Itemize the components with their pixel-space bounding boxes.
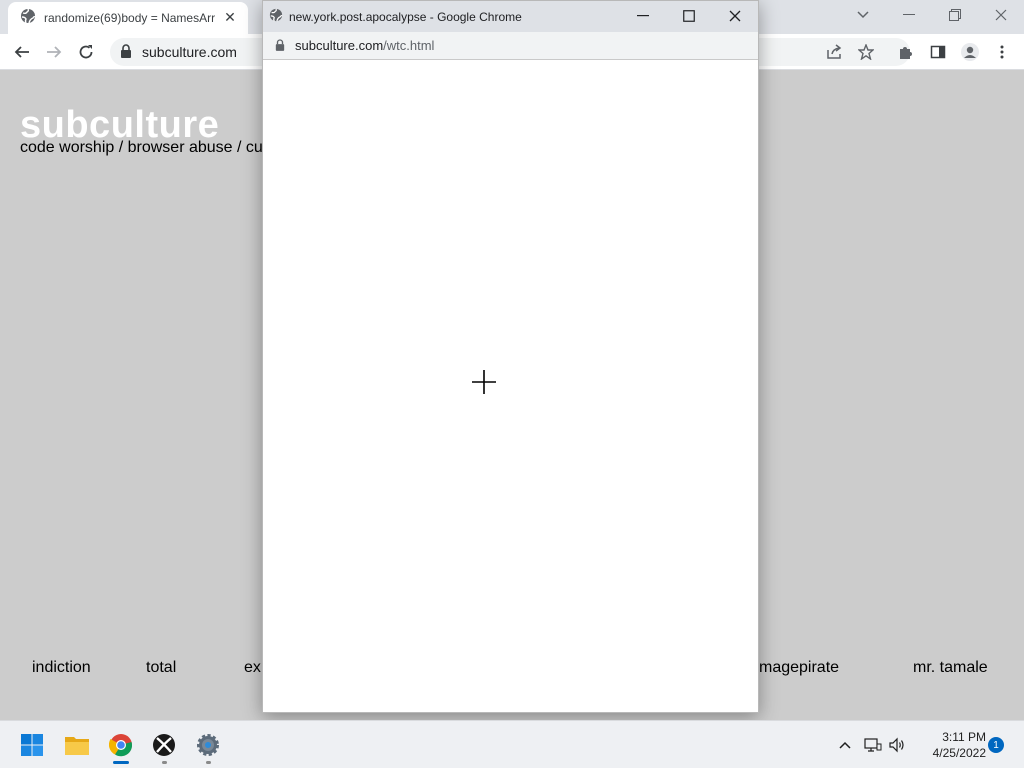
globe-icon <box>269 7 283 26</box>
link-magepirate[interactable]: magepirate <box>759 659 839 677</box>
chrome-active-indicator <box>113 761 129 764</box>
profile-avatar-icon[interactable] <box>956 38 984 66</box>
popup-address-bar[interactable]: subculture.com/wtc.html <box>263 32 758 60</box>
xbox-running-indicator <box>162 761 167 764</box>
menu-kebab-icon[interactable] <box>988 38 1016 66</box>
crosshair-cursor-icon <box>471 369 497 395</box>
popup-title: new.york.post.apocalypse - Google Chrome <box>289 9 522 24</box>
popup-minimize-icon[interactable] <box>620 5 666 27</box>
link-total[interactable]: total <box>146 659 176 677</box>
site-tagline: code worship / browser abuse / cu <box>20 139 263 156</box>
extensions-puzzle-icon[interactable] <box>892 38 920 66</box>
lock-icon <box>275 36 285 55</box>
tab-title: randomize(69)body = NamesArr <box>44 11 216 25</box>
browser-tab[interactable]: randomize(69)body = NamesArr ✕ <box>8 2 248 34</box>
popup-titlebar[interactable]: new.york.post.apocalypse - Google Chrome <box>263 1 758 32</box>
reload-icon[interactable] <box>72 38 100 66</box>
start-icon[interactable] <box>16 729 48 761</box>
popup-maximize-icon[interactable] <box>666 5 712 27</box>
popup-url-host: subculture.com <box>295 38 384 53</box>
link-mr-tamale[interactable]: mr. tamale <box>913 659 988 677</box>
tab-close-icon[interactable]: ✕ <box>222 10 238 26</box>
popup-window: new.york.post.apocalypse - Google Chrome… <box>262 0 759 713</box>
tab-search-chevron-down-icon[interactable] <box>840 4 886 26</box>
forward-arrow-icon[interactable] <box>40 38 68 66</box>
clock-time: 3:11 PM <box>942 730 986 744</box>
notification-badge[interactable]: 1 <box>988 737 1004 753</box>
back-arrow-icon[interactable] <box>8 38 36 66</box>
link-ex[interactable]: ex <box>244 659 261 677</box>
bookmark-star-icon[interactable] <box>852 38 880 66</box>
globe-icon <box>20 8 36 28</box>
popup-close-icon[interactable] <box>712 5 758 27</box>
link-indiction[interactable]: indiction <box>32 659 91 677</box>
taskbar: 3:11 PM 4/25/2022 1 <box>0 720 1024 768</box>
lock-icon <box>120 43 132 62</box>
minimize-icon[interactable] <box>886 4 932 26</box>
taskbar-clock[interactable]: 3:11 PM 4/25/2022 <box>914 729 986 761</box>
address-url: subculture.com <box>142 44 237 60</box>
clock-date: 4/25/2022 <box>932 746 986 760</box>
popup-url: subculture.com/wtc.html <box>295 38 434 53</box>
popup-content[interactable] <box>263 61 758 712</box>
share-icon[interactable] <box>820 38 848 66</box>
volume-icon[interactable] <box>888 721 906 768</box>
close-icon[interactable] <box>978 4 1024 26</box>
chrome-icon[interactable] <box>105 729 137 764</box>
settings-icon[interactable] <box>192 729 224 764</box>
popup-url-path: /wtc.html <box>383 38 435 53</box>
network-icon[interactable] <box>864 721 882 768</box>
restore-icon[interactable] <box>932 4 978 26</box>
file-explorer-icon[interactable] <box>61 729 93 761</box>
side-panel-icon[interactable] <box>924 38 952 66</box>
show-hidden-icons-chevron-up-icon[interactable] <box>838 721 852 768</box>
xbox-icon[interactable] <box>148 729 180 764</box>
settings-running-indicator <box>206 761 211 764</box>
